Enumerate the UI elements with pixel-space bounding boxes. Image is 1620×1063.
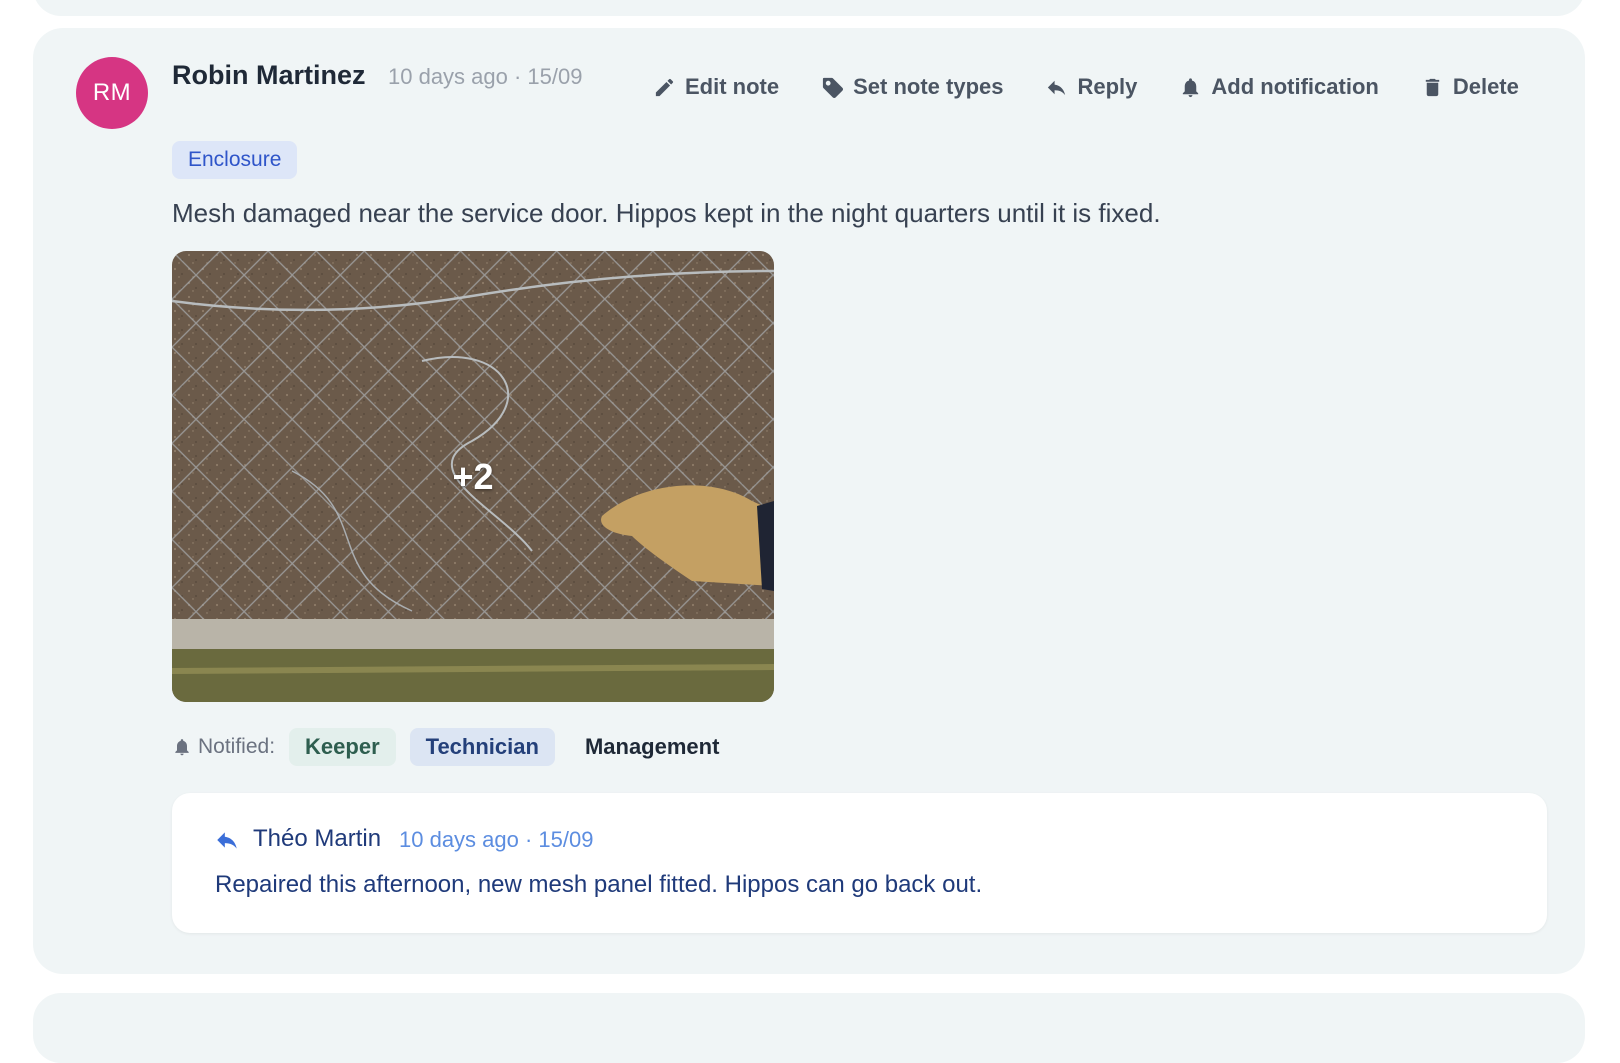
reply-label: Reply: [1077, 74, 1138, 99]
note-card: RM Robin Martinez 10 days ago · 15/09 Ed…: [33, 28, 1585, 974]
set-note-types-button[interactable]: Set note types: [821, 74, 1003, 100]
notified-row: Notified: Keeper Technician Management: [172, 728, 749, 766]
reply-card: Théo Martin 10 days ago · 15/09 Repaired…: [172, 793, 1547, 933]
tag-icon: [823, 77, 844, 98]
notified-chip-keeper: Keeper: [289, 728, 396, 766]
trash-icon: [1425, 78, 1440, 96]
note-timestamp: 10 days ago · 15/09: [388, 64, 583, 89]
notified-label: Notified:: [172, 735, 275, 759]
avatar: RM: [76, 57, 148, 129]
note-actions: Edit note Set note types Reply Add notif…: [653, 74, 1519, 100]
previous-note-card: [33, 0, 1585, 16]
delete-label: Delete: [1452, 74, 1519, 99]
add-notification-button[interactable]: Add notification: [1179, 74, 1379, 100]
reply-button[interactable]: Reply: [1045, 74, 1137, 100]
note-photo-thumbnail[interactable]: +2: [172, 251, 774, 702]
reply-icon: [217, 832, 237, 849]
add-notification-label: Add notification: [1211, 74, 1379, 99]
bell-icon: [1183, 77, 1199, 97]
set-note-types-label: Set note types: [853, 74, 1004, 99]
pencil-icon: [655, 78, 674, 96]
reply-text: Repaired this afternoon, new mesh panel …: [215, 871, 983, 898]
bell-icon: [175, 739, 189, 756]
note-type-tag: Enclosure: [172, 141, 298, 179]
more-photos-count: +2: [452, 455, 494, 497]
edit-note-label: Edit note: [685, 74, 780, 99]
next-note-card: [33, 993, 1585, 1063]
delete-button[interactable]: Delete: [1421, 74, 1519, 100]
reply-timestamp: 10 days ago · 15/09: [399, 827, 594, 852]
reply-icon: [1048, 80, 1066, 95]
notified-chip-management: Management: [584, 734, 720, 759]
note-author: Robin Martinez: [172, 60, 366, 90]
notified-chip-technician: Technician: [409, 728, 555, 766]
notified-label-text: Notified:: [198, 735, 276, 758]
edit-note-button[interactable]: Edit note: [653, 74, 779, 100]
reply-author: Théo Martin: [253, 825, 382, 852]
note-text: Mesh damaged near the service door. Hipp…: [172, 198, 1161, 228]
